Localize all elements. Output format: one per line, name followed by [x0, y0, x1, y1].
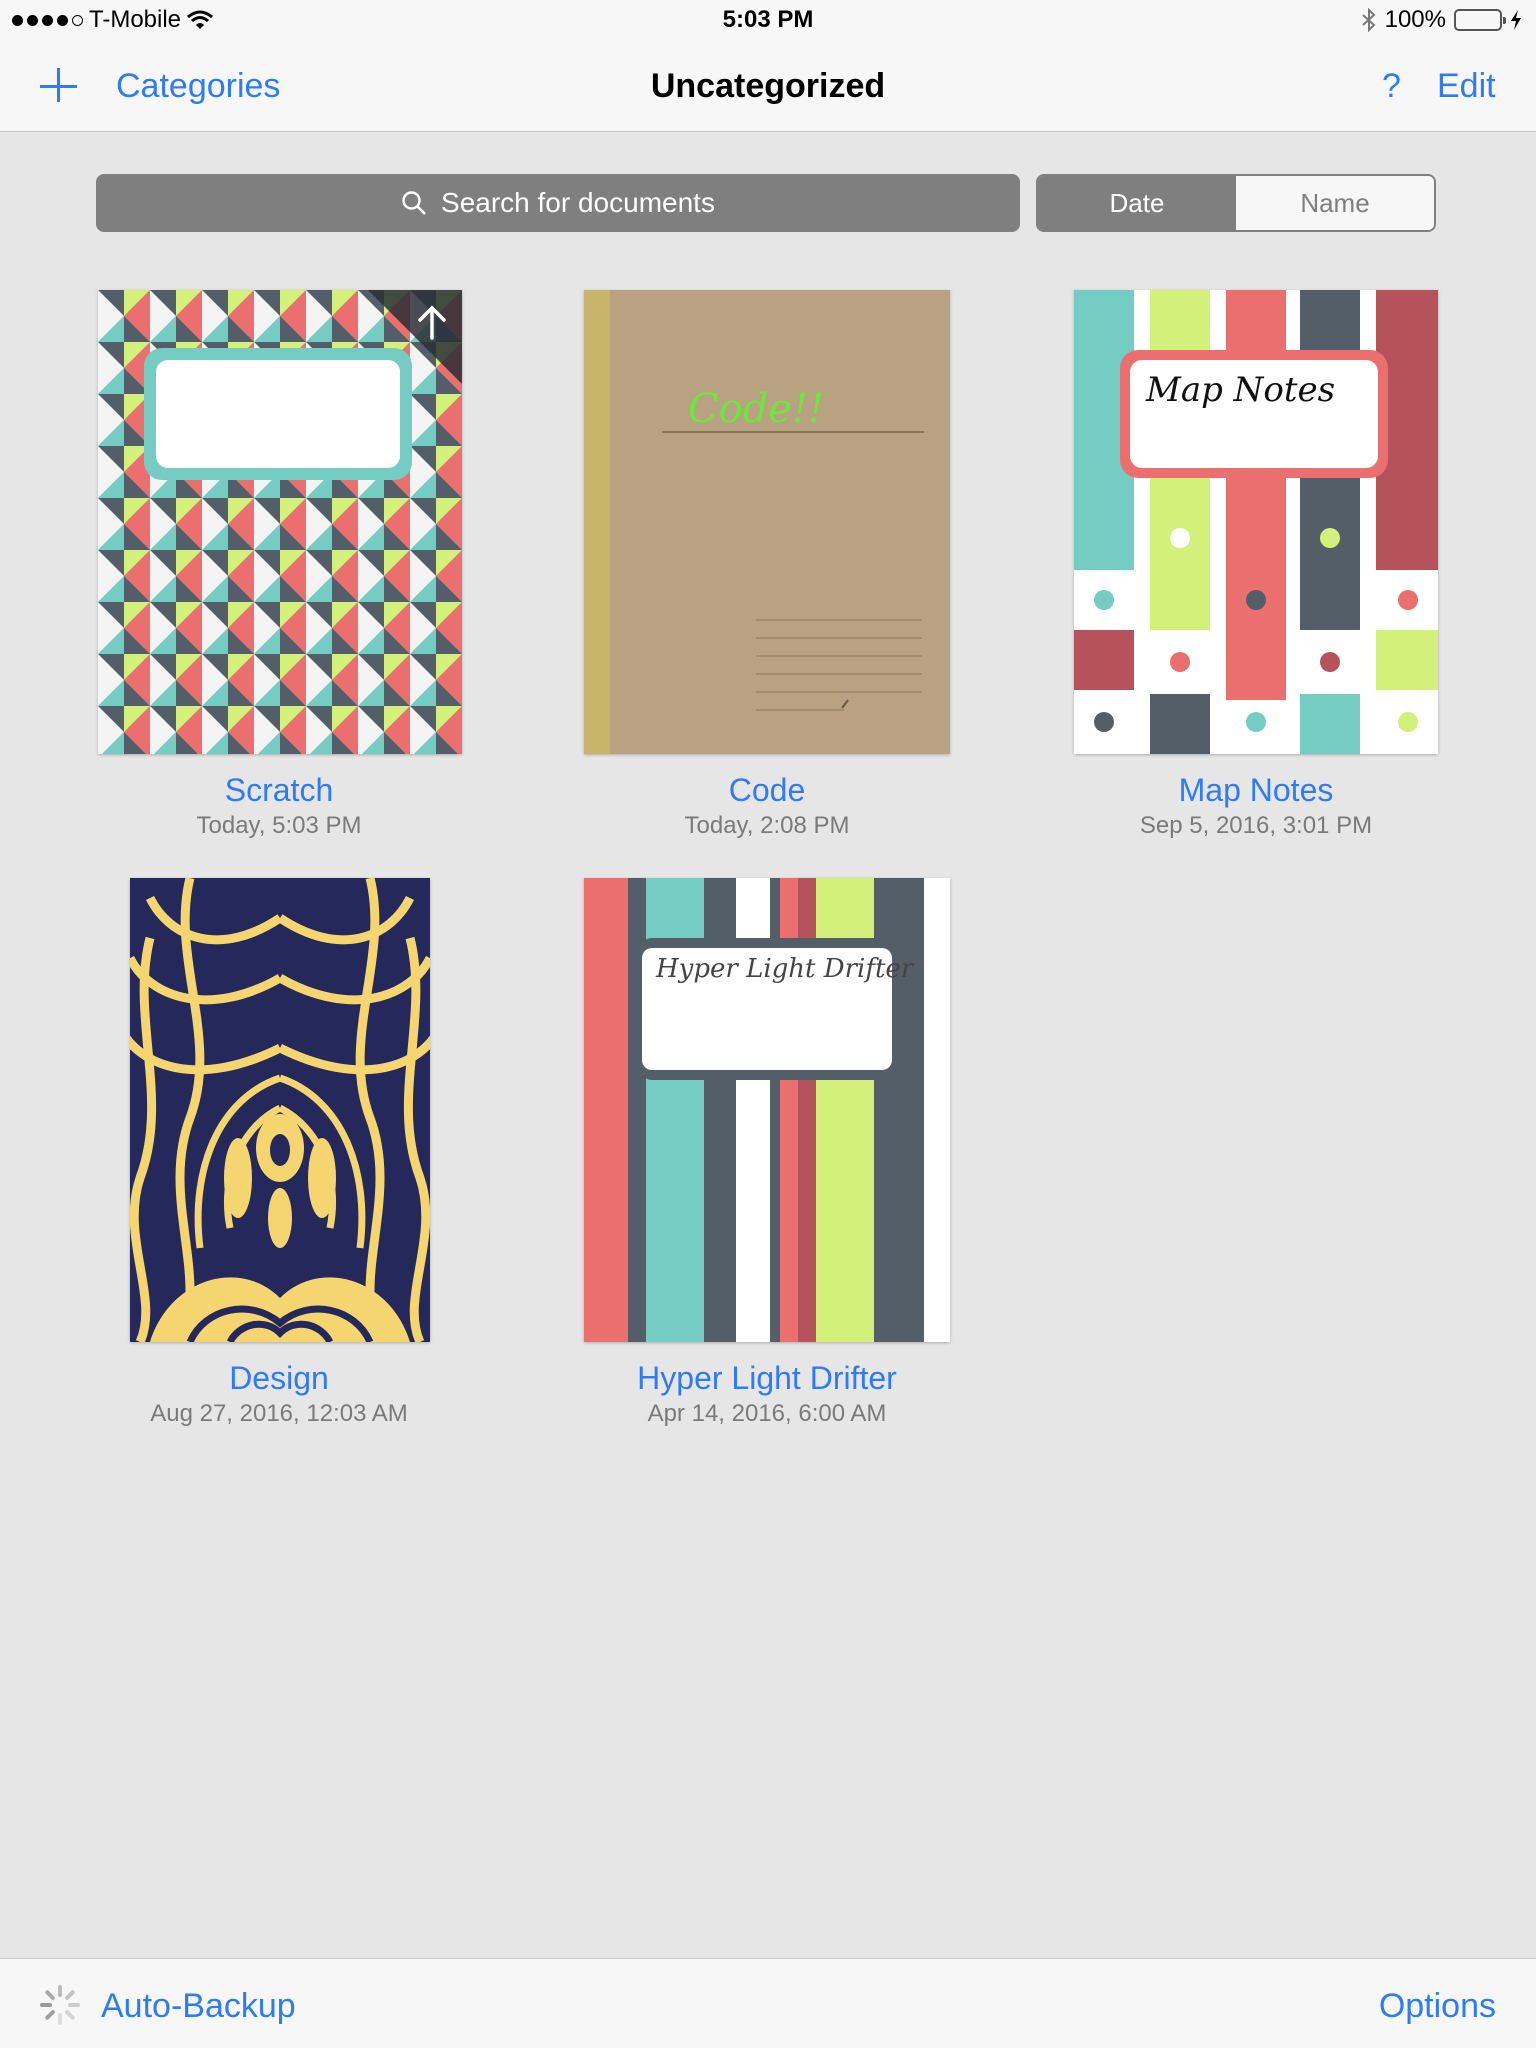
document-scratch[interactable]: Scratch Today, 5:03 PM — [96, 290, 462, 850]
document-date: Today, 2:08 PM — [684, 812, 850, 839]
options-button[interactable]: Options — [1379, 1987, 1496, 2026]
battery-icon — [1454, 9, 1506, 31]
document-cover[interactable] — [98, 290, 462, 754]
search-field[interactable]: Search for documents — [96, 174, 1020, 232]
add-document-button[interactable] — [38, 66, 78, 106]
document-title[interactable]: Hyper Light Drifter — [584, 1360, 950, 1397]
document-cover[interactable]: Code!! — [584, 290, 950, 754]
search-placeholder: Search for documents — [441, 187, 715, 218]
status-time: 5:03 PM — [722, 6, 814, 33]
sort-date-button[interactable]: Date — [1038, 176, 1236, 230]
document-cover[interactable]: Map Notes — [1074, 290, 1438, 754]
help-button[interactable]: ? — [1382, 67, 1401, 106]
document-code[interactable]: Code!! Code Today, 2:08 PM — [584, 290, 950, 850]
sort-segmented-control: Date Name — [1036, 174, 1436, 232]
document-hyper-light-drifter[interactable]: Hyper Light Drifter Hyper Light Drifter … — [584, 878, 950, 1438]
document-date: Sep 5, 2016, 3:01 PM — [1139, 812, 1373, 839]
auto-backup-button[interactable]: Auto-Backup — [101, 1987, 296, 2026]
status-right: 100% — [1361, 6, 1522, 34]
document-design[interactable]: Design Aug 27, 2016, 12:03 AM — [96, 878, 462, 1438]
edit-button[interactable]: Edit — [1437, 67, 1496, 106]
bluetooth-icon — [1361, 8, 1376, 32]
document-title[interactable]: Map Notes — [1072, 772, 1440, 809]
categories-button[interactable]: Categories — [116, 67, 280, 106]
document-title[interactable]: Scratch — [96, 772, 462, 809]
document-title[interactable]: Design — [96, 1360, 462, 1397]
document-date: Aug 27, 2016, 12:03 AM — [150, 1400, 408, 1427]
document-cover[interactable] — [130, 878, 430, 1342]
status-bar: T-Mobile 5:03 PM 100% — [0, 0, 1536, 40]
geometric-pattern-cover — [98, 290, 462, 754]
document-map-notes[interactable]: Map Notes Map Notes Sep 5, 2016, 3:01 PM — [1072, 290, 1440, 850]
bottom-toolbar: Auto-Backup Options — [0, 1958, 1536, 2048]
vertical-stripes-cover — [584, 878, 950, 1342]
document-cover[interactable]: Hyper Light Drifter — [584, 878, 950, 1342]
nav-bar: Categories Uncategorized ? Edit — [0, 40, 1536, 132]
sort-name-button[interactable]: Name — [1236, 176, 1434, 230]
cover-handwriting: Code!! — [688, 386, 825, 432]
battery-percent: 100% — [1384, 6, 1446, 33]
charging-icon — [1511, 10, 1521, 30]
cover-handwriting: Map Notes — [1146, 370, 1336, 410]
activity-spinner-icon — [40, 1985, 80, 2025]
kraft-paper-cover — [584, 290, 950, 754]
document-title[interactable]: Code — [584, 772, 950, 809]
cover-handwriting: Hyper Light Drifter — [656, 954, 914, 984]
stripes-dots-cover — [1074, 290, 1438, 754]
upload-arrow-icon — [418, 305, 446, 340]
document-date: Apr 14, 2016, 6:00 AM — [647, 1400, 887, 1427]
search-icon — [402, 191, 426, 215]
art-nouveau-cover — [130, 878, 430, 1342]
document-date: Today, 5:03 PM — [196, 812, 362, 839]
